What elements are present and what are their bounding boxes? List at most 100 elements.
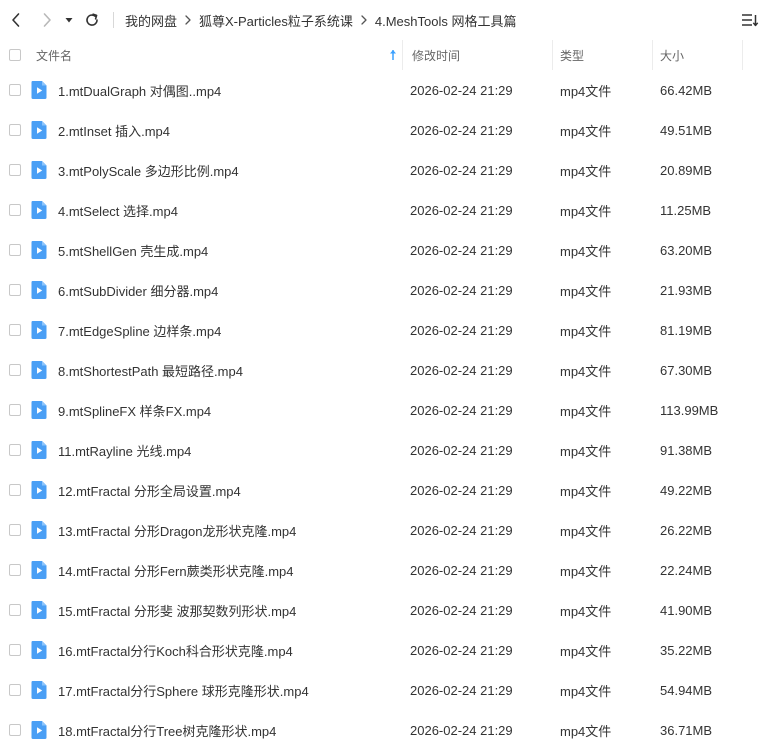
file-row-checkbox[interactable] [9,684,21,696]
file-row[interactable]: 11.mtRayline 光线.mp4 2026-02-24 21:29 mp4… [0,430,766,470]
file-row-checkbox[interactable] [9,484,21,496]
file-row-checkbox[interactable] [9,444,21,456]
back-button[interactable] [3,7,29,33]
file-size: 49.51MB [660,122,713,138]
column-header-modified[interactable]: 修改时间 [402,40,552,70]
file-size: 21.93MB [660,282,713,298]
file-row[interactable]: 6.mtSubDivider 细分器.mp4 2026-02-24 21:29 … [0,270,766,310]
file-row-checkbox[interactable] [9,164,21,176]
file-row-checkbox-cell [0,564,28,576]
file-row-checkbox-cell [0,644,28,656]
file-list: 1.mtDualGraph 对偶图..mp4 2026-02-24 21:29 … [0,70,766,749]
breadcrumb-item-root[interactable]: 我的网盘 [125,11,177,30]
column-header-name[interactable]: 文件名 [28,40,402,70]
file-row[interactable]: 17.mtFractal分行Sphere 球形克隆形状.mp4 2026-02-… [0,670,766,710]
video-file-icon [31,601,47,619]
video-file-icon [31,281,47,299]
caret-down-icon [65,18,73,23]
file-name[interactable]: 13.mtFractal 分形Dragon龙形状克隆.mp4 [58,521,410,540]
file-row-checkbox[interactable] [9,84,21,96]
file-row[interactable]: 12.mtFractal 分形全局设置.mp4 2026-02-24 21:29… [0,470,766,510]
forward-button[interactable] [34,7,60,33]
file-type: mp4文件 [560,83,612,99]
file-name[interactable]: 2.mtInset 插入.mp4 [58,121,410,140]
file-modified-time: 2026-02-24 21:29 [410,482,513,498]
file-row-checkbox-cell [0,164,28,176]
file-name[interactable]: 5.mtShellGen 壳生成.mp4 [58,241,410,260]
file-row-checkbox[interactable] [9,364,21,376]
file-row-checkbox[interactable] [9,124,21,136]
file-row[interactable]: 14.mtFractal 分形Fern蕨类形状克隆.mp4 2026-02-24… [0,550,766,590]
file-name[interactable]: 11.mtRayline 光线.mp4 [58,441,410,460]
column-header-type[interactable]: 类型 [552,40,652,70]
file-size: 35.22MB [660,642,713,658]
file-name[interactable]: 9.mtSplineFX 样条FX.mp4 [58,401,410,420]
file-row-checkbox[interactable] [9,524,21,536]
file-row-icon-cell [28,280,58,300]
file-name[interactable]: 12.mtFractal 分形全局设置.mp4 [58,481,410,500]
file-row[interactable]: 13.mtFractal 分形Dragon龙形状克隆.mp4 2026-02-2… [0,510,766,550]
file-row-checkbox[interactable] [9,324,21,336]
file-row[interactable]: 3.mtPolyScale 多边形比例.mp4 2026-02-24 21:29… [0,150,766,190]
file-row[interactable]: 2.mtInset 插入.mp4 2026-02-24 21:29 mp4文件 … [0,110,766,150]
file-row-checkbox[interactable] [9,244,21,256]
file-name[interactable]: 14.mtFractal 分形Fern蕨类形状克隆.mp4 [58,561,410,580]
file-modified-time: 2026-02-24 21:29 [410,642,513,658]
file-modified-time: 2026-02-24 21:29 [410,602,513,618]
file-row-checkbox-cell [0,84,28,96]
file-size: 63.20MB [660,242,713,258]
file-row-checkbox[interactable] [9,724,21,736]
file-row-checkbox[interactable] [9,284,21,296]
file-row[interactable]: 9.mtSplineFX 样条FX.mp4 2026-02-24 21:29 m… [0,390,766,430]
history-dropdown-button[interactable] [61,7,77,33]
breadcrumb-item-course[interactable]: 狐尊X-Particles粒子系统课 [199,11,353,30]
file-row-checkbox[interactable] [9,644,21,656]
file-row[interactable]: 18.mtFractal分行Tree树克隆形状.mp4 2026-02-24 2… [0,710,766,749]
column-header-modified-label: 修改时间 [412,48,461,63]
refresh-button[interactable] [79,7,105,33]
file-row-checkbox[interactable] [9,564,21,576]
chevron-right-icon [43,13,51,27]
breadcrumb-separator-icon [185,15,191,25]
video-file-icon [31,401,47,419]
list-view-icon [742,14,759,27]
column-header-size[interactable]: 大小 [652,40,742,70]
file-row-checkbox[interactable] [9,204,21,216]
file-row-checkbox-cell [0,244,28,256]
file-name[interactable]: 1.mtDualGraph 对偶图..mp4 [58,81,410,100]
file-row[interactable]: 1.mtDualGraph 对偶图..mp4 2026-02-24 21:29 … [0,70,766,110]
file-size: 26.22MB [660,522,713,538]
video-file-icon [31,681,47,699]
file-row-checkbox-cell [0,524,28,536]
file-name[interactable]: 18.mtFractal分行Tree树克隆形状.mp4 [58,721,410,740]
file-type: mp4文件 [560,443,612,459]
view-mode-button[interactable] [740,10,760,30]
file-row-checkbox[interactable] [9,404,21,416]
file-row[interactable]: 5.mtShellGen 壳生成.mp4 2026-02-24 21:29 mp… [0,230,766,270]
file-row-checkbox-cell [0,324,28,336]
file-type: mp4文件 [560,403,612,419]
file-size: 49.22MB [660,482,713,498]
file-row[interactable]: 7.mtEdgeSpline 边样条.mp4 2026-02-24 21:29 … [0,310,766,350]
video-file-icon [31,521,47,539]
file-name[interactable]: 4.mtSelect 选择.mp4 [58,201,410,220]
file-row[interactable]: 8.mtShortestPath 最短路径.mp4 2026-02-24 21:… [0,350,766,390]
file-name[interactable]: 16.mtFractal分行Koch科合形状克隆.mp4 [58,641,410,660]
file-row-checkbox[interactable] [9,604,21,616]
file-name[interactable]: 8.mtShortestPath 最短路径.mp4 [58,361,410,380]
file-modified-time: 2026-02-24 21:29 [410,442,513,458]
file-name[interactable]: 3.mtPolyScale 多边形比例.mp4 [58,161,410,180]
file-row[interactable]: 16.mtFractal分行Koch科合形状克隆.mp4 2026-02-24 … [0,630,766,670]
file-row-icon-cell [28,720,58,740]
video-file-icon [31,201,47,219]
file-name[interactable]: 17.mtFractal分行Sphere 球形克隆形状.mp4 [58,681,410,700]
breadcrumb: 我的网盘 狐尊X-Particles粒子系统课 4.MeshTools 网格工具… [125,11,516,30]
file-name[interactable]: 7.mtEdgeSpline 边样条.mp4 [58,321,410,340]
column-header-size-label: 大小 [660,48,685,63]
file-row[interactable]: 4.mtSelect 选择.mp4 2026-02-24 21:29 mp4文件… [0,190,766,230]
file-name[interactable]: 6.mtSubDivider 细分器.mp4 [58,281,410,300]
file-row[interactable]: 15.mtFractal 分形斐 波那契数列形状.mp4 2026-02-24 … [0,590,766,630]
select-all-checkbox[interactable] [9,49,21,61]
file-name[interactable]: 15.mtFractal 分形斐 波那契数列形状.mp4 [58,601,410,620]
breadcrumb-item-current[interactable]: 4.MeshTools 网格工具篇 [375,11,517,30]
